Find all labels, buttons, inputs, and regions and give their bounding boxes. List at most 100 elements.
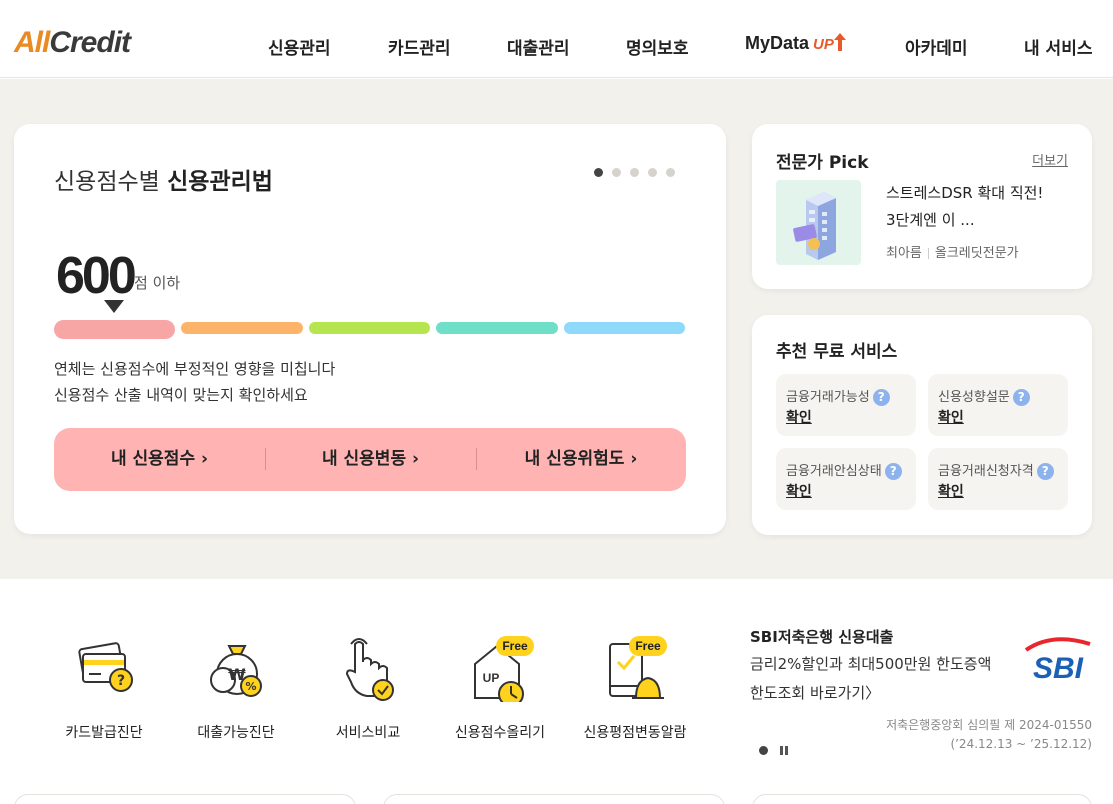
sbi-logo-text: SBI: [1033, 652, 1084, 682]
free-tag: Free: [496, 636, 534, 656]
up-arrow-icon: [833, 33, 846, 51]
score-bar-segment-5: [564, 322, 685, 334]
sbi-logo[interactable]: SBI: [1022, 636, 1092, 685]
author-role: 올크레딧전문가: [934, 246, 1019, 261]
slide-indicator: [594, 162, 684, 181]
description-line-2: 신용점수 산출 내역이 맞는지 확인하세요: [54, 386, 308, 404]
help-icon[interactable]: ?: [1036, 463, 1054, 480]
score-bar-segment-2: [181, 322, 303, 334]
article-author: 최아름 올크레딧전문가: [886, 242, 1019, 261]
score-bar-segment-3: [309, 322, 430, 334]
service-label-text: 신용성향설문: [938, 390, 1010, 405]
bottom-card-1: [14, 794, 356, 804]
quick-menu-raise-credit-score[interactable]: UP Free 신용점수올리기: [430, 630, 570, 750]
expert-pick-title: 전문가 Pick: [776, 153, 869, 173]
description: 연체는 신용점수에 부정적인 영향을 미칩니다 신용점수 산출 내역이 맞는지 …: [54, 356, 335, 408]
service-label: 금융거래가능성?: [786, 386, 890, 406]
slide-dot-3[interactable]: [630, 168, 639, 177]
more-link[interactable]: 더보기: [1032, 150, 1068, 169]
my-credit-score-button[interactable]: 내 신용점수 ›: [54, 428, 265, 491]
nav-card-management[interactable]: 카드관리: [388, 34, 451, 59]
nav-my-service[interactable]: 내 서비스: [1024, 34, 1092, 59]
sbi-note-line-1: 저축은행중앙회 심의필 제 2024-01550: [886, 718, 1092, 732]
service-label-text: 금융거래신청자격: [938, 464, 1034, 479]
service-label: 금융거래신청자격?: [938, 460, 1054, 480]
help-icon[interactable]: ?: [872, 389, 890, 406]
slide-dot-2[interactable]: [612, 168, 621, 177]
help-icon[interactable]: ?: [884, 463, 902, 480]
card-check-icon: ?: [69, 636, 139, 702]
credit-management-card: 신용점수별 신용관리법 600 점 이하 연체는 신용점수에 부정적인 영향을 …: [14, 124, 726, 534]
service-confirm-link[interactable]: 확인: [938, 481, 964, 501]
service-label: 신용성향설문?: [938, 386, 1030, 406]
slide-dot-5[interactable]: [666, 168, 675, 177]
service-confirm-link[interactable]: 확인: [786, 407, 812, 427]
service-financial-transaction-possibility[interactable]: 금융거래가능성? 확인: [776, 374, 916, 436]
service-application-eligibility[interactable]: 금융거래신청자격? 확인: [928, 448, 1068, 510]
description-line-1: 연체는 신용점수에 부정적인 영향을 미칩니다: [54, 360, 336, 378]
quick-menu-label: 신용평점변동알람: [583, 725, 687, 741]
service-label-text: 금융거래안심상태: [786, 464, 882, 479]
my-credit-risk-button[interactable]: 내 신용위험도 ›: [476, 428, 686, 491]
money-bag-icon: ₩ %: [201, 636, 271, 702]
my-credit-change-button[interactable]: 내 신용변동 ›: [265, 428, 476, 491]
service-financial-safety-status[interactable]: 금융거래안심상태? 확인: [776, 448, 916, 510]
banner-controls: [759, 740, 788, 759]
building-thumbnail-icon[interactable]: [776, 180, 861, 265]
action-button-row: 내 신용점수 › 내 신용변동 › 내 신용위험도 ›: [54, 428, 686, 491]
pause-icon[interactable]: [780, 746, 788, 755]
service-label: 금융거래안심상태?: [786, 460, 902, 480]
free-services-card: 추천 무료 서비스 금융거래가능성? 확인 신용성향설문? 확인 금융거래안심상…: [752, 315, 1092, 535]
quick-menu-label: 신용점수올리기: [454, 725, 546, 741]
slide-dot-1[interactable]: [594, 168, 603, 177]
free-services-title: 추천 무료 서비스: [776, 342, 898, 362]
svg-text:UP: UP: [483, 671, 500, 685]
top-header: AllCredit 신용관리 카드관리 대출관리 명의보호 MyData UP 아…: [0, 0, 1113, 78]
quick-menu-credit-alert[interactable]: Free 신용평점변동알람: [565, 630, 705, 750]
nav-credit-management[interactable]: 신용관리: [268, 34, 331, 59]
help-icon[interactable]: ?: [1012, 389, 1030, 406]
expert-pick-card: 전문가 Pick 더보기 스트레스DSR 확대 직전! 3단계엔 이 ... 최…: [752, 124, 1092, 289]
svg-text:?: ?: [117, 673, 125, 689]
nav-mydata[interactable]: MyData UP: [745, 33, 846, 54]
service-confirm-link[interactable]: 확인: [786, 481, 812, 501]
up-arrow-badge-icon: UP: [813, 36, 834, 53]
author-name: 최아름: [886, 246, 922, 261]
hand-pointer-icon: [333, 636, 403, 702]
article-title-line-2: 3단계엔 이 ...: [886, 211, 975, 229]
score-pointer-icon: [104, 300, 124, 313]
score-bar-segment-1: [54, 320, 175, 339]
bottom-card-3: [752, 794, 1092, 804]
quick-menu-card-issuance[interactable]: ? 카드발급진단: [34, 630, 174, 750]
svg-text:%: %: [245, 680, 256, 693]
score-unit: 점 이하: [134, 274, 181, 292]
service-credit-tendency-survey[interactable]: 신용성향설문? 확인: [928, 374, 1068, 436]
title-bold: 신용관리법: [167, 169, 273, 195]
article-title[interactable]: 스트레스DSR 확대 직전! 3단계엔 이 ...: [886, 180, 1066, 234]
sbi-banner-link[interactable]: 한도조회 바로가기〉: [750, 682, 880, 703]
bottom-card-2: [383, 794, 725, 804]
free-tag: Free: [629, 636, 667, 656]
nav-loan-management[interactable]: 대출관리: [507, 34, 570, 59]
service-label-text: 금융거래가능성: [786, 390, 870, 405]
sbi-compliance-note: 저축은행중앙회 심의필 제 2024-01550 (’24.12.13 ~ ’2…: [886, 716, 1092, 754]
banner-dot[interactable]: [759, 746, 768, 755]
quick-menu-label: 카드발급진단: [65, 725, 143, 741]
sbi-note-line-2: (’24.12.13 ~ ’25.12.12): [950, 737, 1092, 751]
nav-identity-protection[interactable]: 명의보호: [626, 34, 689, 59]
quick-menu-label: 서비스비교: [335, 725, 401, 741]
score-bar-segment-4: [436, 322, 558, 334]
main-nav: 신용관리 카드관리 대출관리 명의보호 MyData UP 아카데미 내 서비스: [0, 33, 1113, 59]
quick-menu-service-compare[interactable]: 서비스비교: [298, 630, 438, 750]
sbi-banner-line-1: 금리2%할인과 최대500만원 한도증액: [750, 655, 992, 673]
service-confirm-link[interactable]: 확인: [938, 407, 964, 427]
score-value: 600: [56, 247, 137, 305]
article-title-line-1: 스트레스DSR 확대 직전!: [886, 184, 1044, 202]
sbi-banner-title[interactable]: SBI저축은행 신용대출: [750, 626, 893, 647]
card-title: 신용점수별 신용관리법: [54, 162, 273, 196]
quick-menu-loan-possibility[interactable]: ₩ % 대출가능진단: [166, 630, 306, 750]
slide-dot-4[interactable]: [648, 168, 657, 177]
nav-academy[interactable]: 아카데미: [905, 34, 968, 59]
title-normal: 신용점수별: [54, 169, 160, 195]
nav-mydata-label: MyData: [745, 33, 810, 53]
